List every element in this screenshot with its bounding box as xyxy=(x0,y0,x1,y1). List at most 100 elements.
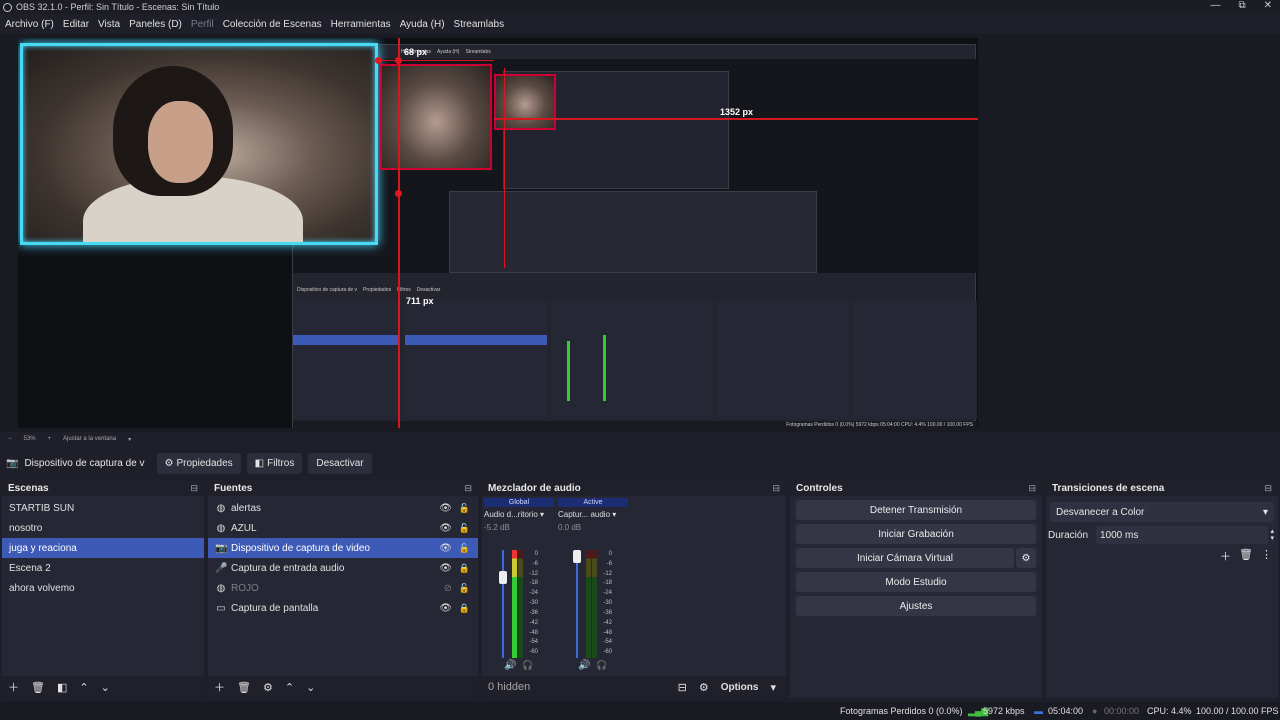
menu-ayuda[interactable]: Ayuda (H) xyxy=(400,19,445,30)
menu-perfil[interactable]: Perfil xyxy=(191,19,214,30)
nested-webcam xyxy=(380,64,492,170)
start-recording-button[interactable]: Iniciar Grabación xyxy=(796,524,1036,544)
zoom-in-icon[interactable]: + xyxy=(48,436,52,442)
headphones-icon[interactable]: 🎧 xyxy=(596,660,607,671)
maximize-button[interactable]: ⧉ xyxy=(1238,0,1245,11)
handle-left[interactable] xyxy=(375,57,382,64)
handle-bottom[interactable] xyxy=(395,190,402,197)
source-item-selected[interactable]: 📷 Dispositivo de captura de video 👁 🔓 xyxy=(208,538,478,558)
duration-stepper[interactable]: ▴ ▾ xyxy=(1270,528,1274,542)
lock-icon[interactable]: 🔒 xyxy=(459,563,470,574)
filters-button[interactable]: ◧ Filtros xyxy=(246,452,303,474)
dock-options-icon[interactable]: ⊟ xyxy=(190,483,198,494)
source-item[interactable]: ◍ AZUL 👁 🔓 xyxy=(208,518,478,538)
eye-icon[interactable]: 👁 xyxy=(439,563,452,574)
speaker-icon[interactable]: 🔊 xyxy=(578,660,590,671)
menu-paneles[interactable]: Paneles (D) xyxy=(129,19,182,30)
add-source-icon[interactable]: ＋ xyxy=(214,679,225,695)
unlock-icon[interactable]: 🔓 xyxy=(459,543,470,554)
advanced-audio-icon[interactable]: ⚙ xyxy=(699,681,709,694)
menu-editar[interactable]: Editar xyxy=(63,19,89,30)
browser-icon: ◍ xyxy=(216,582,226,594)
eye-icon[interactable]: 👁 xyxy=(439,603,452,614)
dock-options-icon[interactable]: ⊟ xyxy=(1028,483,1036,494)
scene-item-selected[interactable]: juga y reaciona xyxy=(2,538,204,558)
layout-icon[interactable]: ⊟ xyxy=(678,681,687,694)
remove-transition-icon[interactable]: 🗑 xyxy=(1239,548,1253,564)
remove-source-icon[interactable]: 🗑 xyxy=(237,681,251,694)
studio-mode-button[interactable]: Modo Estudio xyxy=(796,572,1036,592)
speaker-icon[interactable]: 🔊 xyxy=(504,660,516,671)
headphones-icon[interactable]: 🎧 xyxy=(522,660,533,671)
lock-icon[interactable]: 🔒 xyxy=(459,603,470,614)
eye-hidden-icon[interactable]: ⊘ xyxy=(444,583,452,594)
audio-mixer-dock: Mezclador de audio ⊟ Global Audio d...rit… xyxy=(482,480,786,698)
source-item[interactable]: ◍ alertas 👁 🔓 xyxy=(208,498,478,518)
eye-icon[interactable]: 👁 xyxy=(439,523,452,534)
duration-label: Duración xyxy=(1048,529,1089,541)
volume-fader-track[interactable] xyxy=(576,550,578,658)
volume-fader-knob[interactable] xyxy=(499,570,507,584)
dock-options-icon[interactable]: ⊟ xyxy=(464,483,472,494)
unlock-icon[interactable]: 🔓 xyxy=(459,503,470,514)
settings-button[interactable]: Ajustes xyxy=(796,596,1036,616)
menu-herramientas[interactable]: Herramientas xyxy=(331,19,391,30)
unlock-icon[interactable]: 🔓 xyxy=(459,583,470,594)
volume-fader-track[interactable] xyxy=(502,550,504,658)
transition-select[interactable]: Desvanecer a Color ▾ xyxy=(1050,502,1274,522)
channel-name[interactable]: Captur... audio ▾ xyxy=(558,510,628,519)
hidden-count[interactable]: 0 hidden xyxy=(488,681,530,693)
move-down-icon[interactable]: ⌄ xyxy=(306,681,315,694)
chevron-down-icon[interactable]: ▾ xyxy=(770,681,776,694)
zoom-dropdown-icon[interactable]: ▾ xyxy=(128,436,131,443)
volume-fader-knob[interactable] xyxy=(573,550,581,563)
properties-button[interactable]: ⚙ Propiedades xyxy=(156,452,241,474)
unlock-icon[interactable]: 🔓 xyxy=(459,523,470,534)
scene-item[interactable]: ahora volvemo xyxy=(2,578,204,598)
volume-meter-peak xyxy=(592,550,597,658)
meter-tick-label: -48 xyxy=(603,629,612,636)
source-settings-icon[interactable]: ⚙ xyxy=(263,681,273,694)
move-down-icon[interactable]: ⌄ xyxy=(101,681,110,694)
handle-top[interactable] xyxy=(395,57,402,64)
eye-icon[interactable]: 👁 xyxy=(439,543,452,554)
zoom-fit-label: Ajustar a la ventana xyxy=(63,436,117,442)
remove-scene-icon[interactable]: 🗑 xyxy=(31,681,45,694)
virtual-camera-settings-icon[interactable]: ⚙ xyxy=(1016,548,1036,568)
menu-archivo[interactable]: Archivo (F) xyxy=(5,19,54,30)
zoom-out-icon[interactable]: − xyxy=(8,436,12,442)
scene-item[interactable]: STARTIB SUN xyxy=(2,498,204,518)
distance-label-bottom: 711 px xyxy=(406,296,434,306)
dock-options-icon[interactable]: ⊟ xyxy=(772,483,780,494)
source-item[interactable]: ▭ Captura de pantalla 👁 🔒 xyxy=(208,598,478,618)
scene-item[interactable]: Escena 2 xyxy=(2,558,204,578)
menu-vista[interactable]: Vista xyxy=(98,19,120,30)
add-scene-icon[interactable]: ＋ xyxy=(8,679,19,695)
move-up-icon[interactable]: ⌃ xyxy=(285,681,294,694)
move-up-icon[interactable]: ⌃ xyxy=(79,681,88,694)
eye-icon[interactable]: 👁 xyxy=(439,503,452,514)
close-button[interactable]: ✕ xyxy=(1264,0,1272,11)
menu-coleccion-escenas[interactable]: Colección de Escenas xyxy=(223,19,322,30)
dock-options-icon[interactable]: ⊟ xyxy=(1264,483,1272,494)
bitrate: 5972 kbps xyxy=(983,706,1025,716)
source-item[interactable]: 🎤 Captura de entrada audio 👁 🔒 xyxy=(208,558,478,578)
options-button[interactable]: Options xyxy=(721,682,759,693)
duration-input[interactable]: 1000 ms xyxy=(1096,526,1269,544)
minimize-button[interactable]: — xyxy=(1210,0,1220,11)
meter-tick-label: -54 xyxy=(529,639,538,646)
chevron-down-icon[interactable]: ▾ xyxy=(540,510,544,519)
source-item-hidden[interactable]: ◍ ROJO ⊘ 🔓 xyxy=(208,578,478,598)
scene-item[interactable]: nosotro xyxy=(2,518,204,538)
chevron-down-icon[interactable]: ▾ xyxy=(612,510,616,519)
start-virtual-camera-button[interactable]: Iniciar Cámara Virtual xyxy=(796,548,1014,568)
more-options-icon[interactable]: ⋮ xyxy=(1261,548,1272,564)
channel-name[interactable]: Audio d...ritorio ▾ xyxy=(484,510,554,519)
scene-filters-icon[interactable]: ◧ xyxy=(57,681,67,694)
preview-canvas[interactable]: Herramientas Ayuda (H) Streamlabs Dispos… xyxy=(18,38,978,428)
add-transition-icon[interactable]: ＋ xyxy=(1220,548,1231,564)
stop-streaming-button[interactable]: Detener Transmisión xyxy=(796,500,1036,520)
deactivate-button[interactable]: Desactivar xyxy=(308,452,372,474)
menu-streamlabs[interactable]: Streamlabs xyxy=(454,19,505,30)
meter-tick-label: -60 xyxy=(603,649,612,656)
